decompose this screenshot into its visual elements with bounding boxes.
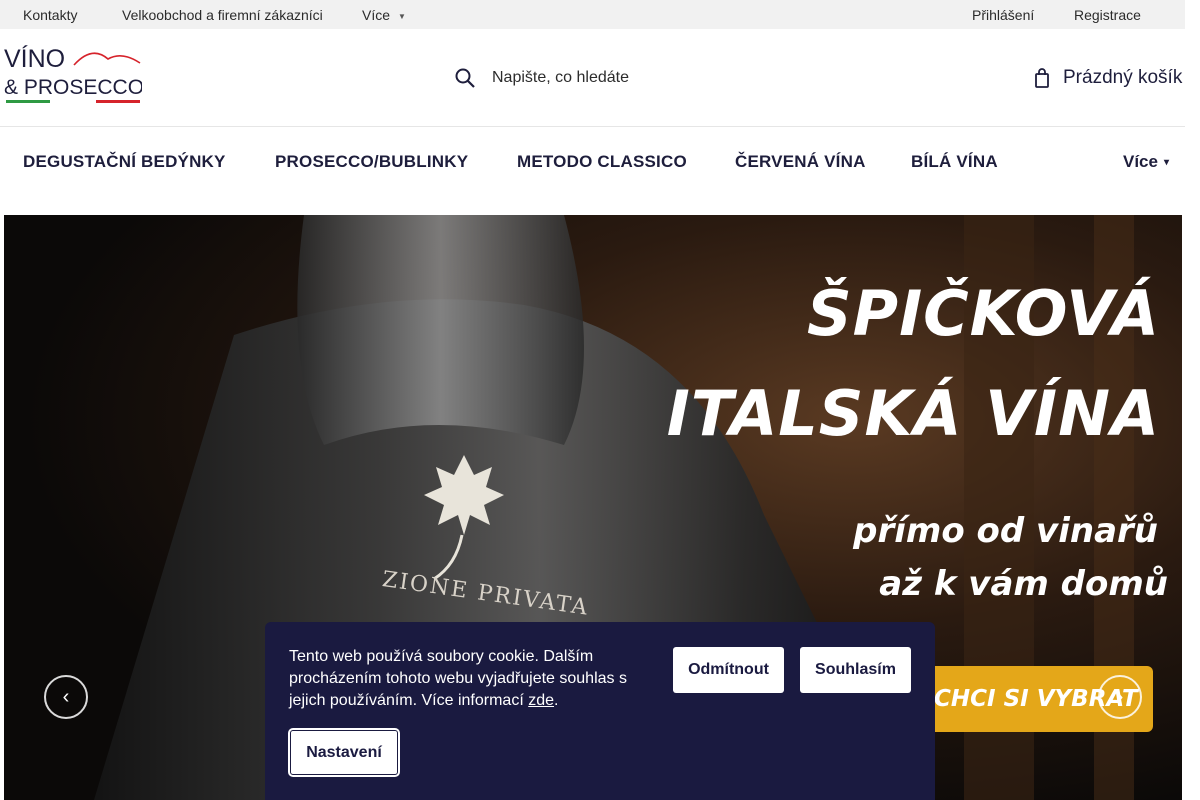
hero-subline-1: přímo od vinařů xyxy=(853,511,1158,551)
cookie-consent-dialog: Tento web používá soubory cookie. Dalším… xyxy=(265,622,935,800)
contacts-link[interactable]: Kontakty xyxy=(23,7,77,23)
cookie-message: Tento web používá soubory cookie. Dalším… xyxy=(289,646,649,712)
cookie-accept-button[interactable]: Souhlasím xyxy=(800,647,911,693)
nav-item-tasting-boxes[interactable]: DEGUSTAČNÍ BEDÝNKY xyxy=(23,152,226,172)
chevron-down-icon: ▼ xyxy=(398,12,406,21)
nav-item-metodo-classico[interactable]: METODO CLASSICO xyxy=(517,152,687,172)
logo-line2: & PROSECCO xyxy=(4,76,142,99)
hero-headline-1: ŠPIČKOVÁ xyxy=(807,277,1160,350)
nav-item-red-wines[interactable]: ČERVENÁ VÍNA xyxy=(735,152,866,172)
cookie-more-info-link[interactable]: zde xyxy=(528,692,554,709)
hero-headline-2: ITALSKÁ VÍNA xyxy=(666,377,1160,450)
cart-button[interactable]: Prázdný košík xyxy=(1035,63,1182,93)
carousel-prev-button[interactable]: ‹ xyxy=(44,675,88,719)
logo-hills xyxy=(73,52,141,66)
wholesale-link[interactable]: Velkoobchod a firemní zákazníci xyxy=(122,7,323,23)
chevron-left-icon: ‹ xyxy=(62,685,70,708)
nav-item-white-wines[interactable]: BÍLÁ VÍNA xyxy=(911,152,998,172)
topbar-more-menu[interactable]: Více ▼ xyxy=(362,7,406,23)
logo-stripe-red xyxy=(96,100,140,103)
top-utility-bar: Kontakty Velkoobchod a firemní zákazníci… xyxy=(0,0,1185,29)
register-link[interactable]: Registrace xyxy=(1074,7,1141,23)
site-logo[interactable]: VÍNO & PROSECCO xyxy=(4,43,144,105)
logo-stripe-white xyxy=(50,100,96,103)
chevron-down-icon: ▾ xyxy=(1163,157,1170,168)
nav-more-menu[interactable]: Více ▾ xyxy=(1123,152,1169,172)
site-header: VÍNO & PROSECCO Prázdný košík xyxy=(0,29,1185,127)
shopping-bag-icon xyxy=(1035,68,1049,88)
logo-stripe-green xyxy=(6,100,50,103)
chevron-right-icon: › xyxy=(1116,685,1124,708)
main-navigation: DEGUSTAČNÍ BEDÝNKY PROSECCO/BUBLINKY MET… xyxy=(0,127,1185,215)
cart-label: Prázdný košík xyxy=(1063,67,1183,88)
cookie-settings-button[interactable]: Nastavení xyxy=(288,728,400,777)
nav-item-prosecco[interactable]: PROSECCO/BUBLINKY xyxy=(275,152,468,172)
logo-line1: VÍNO xyxy=(4,44,65,73)
search-icon[interactable] xyxy=(454,67,476,89)
cookie-decline-button[interactable]: Odmítnout xyxy=(673,647,784,693)
cookie-message-end: . xyxy=(554,692,559,709)
topbar-more-label: Více xyxy=(362,7,391,23)
cookie-message-text: Tento web používá soubory cookie. Dalším… xyxy=(289,648,627,709)
logo-graphic: VÍNO & PROSECCO xyxy=(4,44,144,103)
nav-more-label: Více xyxy=(1123,152,1158,171)
hero-subline-2: až k vám domů xyxy=(879,564,1168,604)
login-link[interactable]: Přihlášení xyxy=(972,7,1034,23)
search-input[interactable] xyxy=(492,69,732,87)
carousel-next-button[interactable]: › xyxy=(1098,675,1142,719)
search-bar xyxy=(450,63,750,93)
